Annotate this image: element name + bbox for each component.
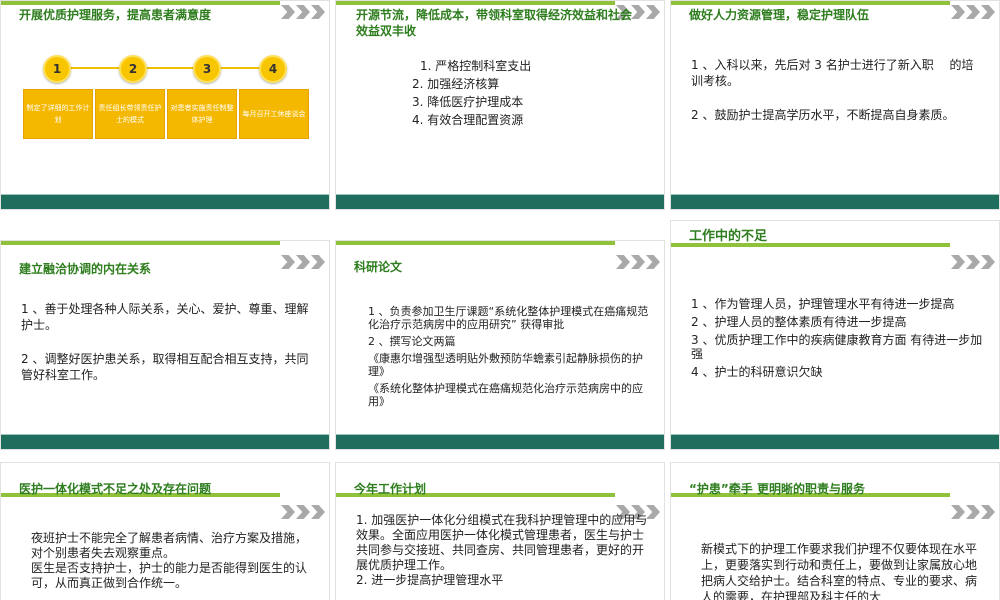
slide-research[interactable]: 科研论文 1 、负责参加卫生厅课题“系统化整体护理模式在癌痛规范化治疗示范病房中… (335, 240, 665, 450)
footer-bar (1, 195, 329, 209)
slide-shortcomings[interactable]: 工作中的不足 1 、作为管理人员，护理管理水平有待进一步提高 2 、护理人员的整… (670, 220, 1000, 450)
slide-hr[interactable]: 做好人力资源管理，稳定护理队伍 1 、入科以来，先后对 3 名护士进行了新入职 … (670, 0, 1000, 210)
list-item: 1 、作为管理人员，护理管理水平有待进一步提高 (691, 297, 955, 311)
step-box-3: 对患者实施责任制整体护理 (167, 89, 237, 139)
slide-title: 今年工作计划 (354, 482, 427, 496)
top-bar (336, 1, 615, 5)
item-list: 新模式下的护理工作要求我们护理不仅要体现在水平上，更要落实到行动和责任上，要做到… (701, 541, 985, 600)
list-item: 2 、撰写论文两篇 (368, 335, 456, 348)
item-list: 1. 加强医护一体化分组模式在我科护理管理中的应用与效果。全面应用医护一体化模式… (356, 513, 650, 588)
chevron-icon (281, 255, 325, 269)
list-item: 3. 降低医疗护理成本 (412, 95, 524, 109)
list-item: 夜班护士不能完全了解患者病情、治疗方案及措施，对个别患者失去观察重点。 (31, 531, 308, 560)
list-item: 2. 加强经济核算 (412, 77, 500, 91)
step-box-1: 制定了详细的工作计划 (23, 89, 93, 139)
list-item: 新模式下的护理工作要求我们护理不仅要体现在水平上，更要落实到行动和责任上，要做到… (701, 542, 978, 600)
slide-plan[interactable]: 今年工作计划 1. 加强医护一体化分组模式在我科护理管理中的应用与效果。全面应用… (335, 462, 665, 600)
list-item: 4. 有效合理配置资源 (412, 113, 524, 127)
list-item: 2 、调整好医护患关系，取得相互配合相互支持，共同管好科室工作。 (21, 352, 309, 382)
chevron-icon (281, 505, 325, 519)
slide-title: 科研论文 (354, 260, 403, 274)
footer-bar (336, 195, 664, 209)
chevron-icon (951, 5, 995, 19)
slide-title: 工作中的不足 (689, 229, 768, 244)
list-item: 1 、负责参加卫生厅课题“系统化整体护理模式在癌痛规范化治疗示范病房中的应用研究… (368, 305, 649, 331)
slide-title: 开源节流，降低成本，带领科室取得经济效益和社会效益双丰收 (356, 8, 633, 38)
footer-bar (1, 435, 329, 449)
list-item: 4 、护士的科研意识欠缺 (691, 365, 823, 379)
top-bar (336, 241, 615, 245)
top-bar (1, 1, 280, 5)
chevron-icon (616, 255, 660, 269)
list-item: 2 、护理人员的整体素质有待进一步提高 (691, 315, 907, 329)
slide-handshake[interactable]: “护患”牵手 更明晰的职责与服务 新模式下的护理工作要求我们护理不仅要体现在水平… (670, 462, 1000, 600)
top-bar (671, 1, 950, 5)
list-item: 1. 严格控制科室支出 (420, 59, 532, 73)
item-list: 1. 严格控制科室支出 2. 加强经济核算 3. 降低医疗护理成本 4. 有效合… (412, 59, 650, 131)
step-2: 2 (119, 55, 147, 83)
slide-service[interactable]: 开展优质护理服务，提高患者满意度 1 2 3 4 制定了详细的工作计划 责任组长… (0, 0, 330, 210)
step-box-4: 每月召开工休座谈会 (239, 89, 309, 139)
list-item: 3 、优质护理工作中的疾病健康教育方面 有待进一步加强 (691, 333, 983, 361)
slide-title: 建立融洽协调的内在关系 (19, 262, 152, 276)
list-item: 《系统化整体护理模式在癌痛规范化治疗示范病房中的应用》 (368, 382, 643, 408)
item-list: 1 、负责参加卫生厅课题“系统化整体护理模式在癌痛规范化治疗示范病房中的应用研究… (368, 305, 650, 412)
footer-bar (671, 195, 999, 209)
list-item: 1. 加强医护一体化分组模式在我科护理管理中的应用与效果。全面应用医护一体化模式… (356, 513, 648, 572)
item-list: 1 、入科以来，先后对 3 名护士进行了新入职 的培训考核。 2 、鼓励护士提高… (691, 57, 985, 127)
slide-economy[interactable]: 开源节流，降低成本，带领科室取得经济效益和社会效益双丰收 1. 严格控制科室支出… (335, 0, 665, 210)
footer-bar (336, 435, 664, 449)
step-1: 1 (43, 55, 71, 83)
list-item: 1 、善于处理各种人际关系，关心、爱护、尊重、理解护士。 (21, 302, 309, 332)
step-4: 4 (259, 55, 287, 83)
slide-title: 医护一体化模式不足之处及存在问题 (19, 482, 212, 496)
list-item: 2 、鼓励护士提高学历水平，不断提高自身素质。 (691, 108, 955, 122)
list-item: 《康惠尔增强型透明贴外敷预防华蟾素引起静脉损伤的护理》 (368, 352, 643, 378)
slide-title: 做好人力资源管理，稳定护理队伍 (689, 8, 870, 22)
item-list: 1 、善于处理各种人际关系，关心、爱护、尊重、理解护士。 2 、调整好医护患关系… (21, 301, 315, 387)
chevron-icon (951, 255, 995, 269)
chevron-icon (951, 505, 995, 519)
slide-title: “护患”牵手 更明晰的职责与服务 (689, 482, 865, 496)
list-item: 1 、入科以来，先后对 3 名护士进行了新入职 的培训考核。 (691, 58, 974, 88)
item-list: 夜班护士不能完全了解患者病情、治疗方案及措施，对个别患者失去观察重点。 医生是否… (31, 531, 315, 591)
footer-bar (671, 435, 999, 449)
step-box-2: 责任组长带领责任护士的模式 (95, 89, 165, 139)
list-item: 医生是否支持护士，护士的能力是否能得到医生的认可，从而真正做到合作统一。 (31, 561, 308, 590)
slide-problems[interactable]: 医护一体化模式不足之处及存在问题 夜班护士不能完全了解患者病情、治疗方案及措施，… (0, 462, 330, 600)
step-row: 1 2 3 4 (27, 55, 307, 83)
list-item: 2. 进一步提高护理管理水平 (356, 573, 504, 587)
slide-title: 开展优质护理服务，提高患者满意度 (19, 8, 212, 22)
slide-relations[interactable]: 建立融洽协调的内在关系 1 、善于处理各种人际关系，关心、爱护、尊重、理解护士。… (0, 240, 330, 450)
top-bar (1, 241, 280, 245)
chevron-icon (281, 5, 325, 19)
item-list: 1 、作为管理人员，护理管理水平有待进一步提高 2 、护理人员的整体素质有待进一… (691, 297, 985, 383)
step-3: 3 (193, 55, 221, 83)
